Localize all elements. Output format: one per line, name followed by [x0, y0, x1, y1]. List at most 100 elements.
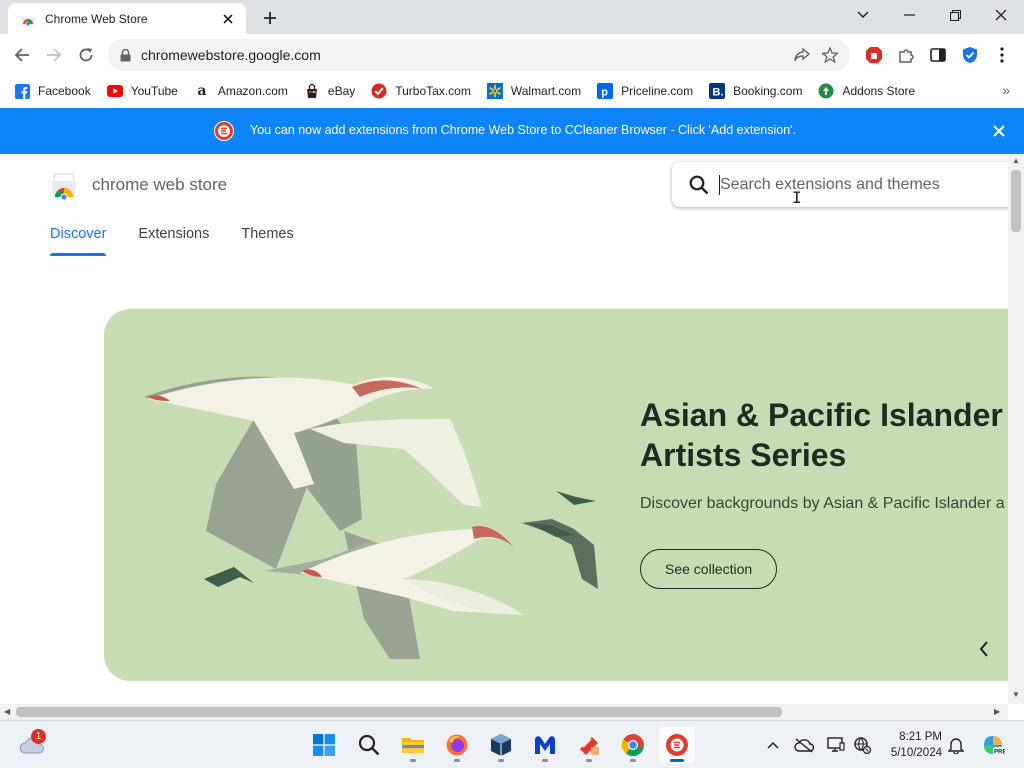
- bookmark-youtube[interactable]: YouTube: [106, 79, 182, 103]
- store-nav-tabs: Discover Extensions Themes: [50, 226, 326, 256]
- ibeam-cursor: I: [792, 188, 802, 207]
- vertical-scroll-thumb[interactable]: [1011, 170, 1021, 232]
- adblock-extension-icon[interactable]: [860, 41, 888, 69]
- search-input[interactable]: [720, 175, 980, 194]
- svg-text:B.: B.: [713, 87, 724, 99]
- walmart-icon: [486, 83, 503, 99]
- file-explorer-icon[interactable]: [395, 727, 431, 763]
- bookmark-priceline[interactable]: p Priceline.com: [597, 79, 697, 103]
- onedrive-offline-icon[interactable]: [794, 735, 814, 755]
- tab-close-icon[interactable]: [220, 11, 236, 27]
- bookmark-label: Priceline.com: [621, 84, 694, 98]
- bookmark-addons-store[interactable]: Addons Store: [818, 79, 919, 103]
- scroll-up-icon[interactable]: ▲: [1012, 156, 1020, 165]
- banner-subtitle: Discover backgrounds by Asian & Pacific …: [640, 495, 1005, 512]
- page-viewport: chrome web store I Discover Extensions T…: [0, 154, 1008, 704]
- bookmarks-bar: Facebook YouTube a Amazon.com eBay Turbo…: [0, 76, 1024, 106]
- ccleaner-icon[interactable]: [571, 727, 607, 763]
- search-icon[interactable]: [351, 727, 387, 763]
- bookmark-walmart[interactable]: Walmart.com: [486, 79, 585, 103]
- bookmark-label: Booking.com: [733, 84, 803, 98]
- new-tab-icon[interactable]: [258, 7, 282, 29]
- browser-tab[interactable]: Chrome Web Store: [8, 3, 246, 34]
- horizontal-scrollbar[interactable]: ◀ ▶: [0, 704, 1008, 720]
- bookmark-amazon[interactable]: a Amazon.com: [194, 79, 292, 103]
- addons-store-icon: [818, 83, 834, 99]
- notification-bell-icon[interactable]: [946, 735, 966, 755]
- amazon-icon: a: [197, 83, 207, 99]
- windows-taskbar: 1 8:21 PM 5/10/2024 PRE: [0, 720, 1024, 768]
- extensions-puzzle-icon[interactable]: [892, 41, 920, 69]
- shield-extension-icon[interactable]: [956, 41, 984, 69]
- store-search-box[interactable]: [672, 162, 1008, 207]
- copilot-icon[interactable]: PRE: [980, 732, 1006, 758]
- booking-icon: B.: [709, 83, 726, 99]
- clock-date: 5/10/2024: [890, 747, 942, 759]
- tab-search-icon[interactable]: [840, 0, 886, 30]
- menu-kebab-icon[interactable]: [988, 41, 1016, 69]
- text-caret: [719, 175, 720, 195]
- browser-toolbar: chromewebstore.google.com: [0, 34, 1024, 76]
- bookmark-star-icon[interactable]: [816, 41, 844, 69]
- vertical-scrollbar[interactable]: ▲ ▼: [1008, 154, 1024, 704]
- address-bar[interactable]: chromewebstore.google.com: [108, 39, 850, 71]
- url-text: chromewebstore.google.com: [141, 47, 321, 63]
- system-clock[interactable]: 8:21 PM 5/10/2024: [880, 729, 942, 761]
- bookmark-label: YouTube: [130, 84, 178, 98]
- bookmark-booking[interactable]: B. Booking.com: [709, 79, 806, 103]
- forward-icon[interactable]: [40, 41, 68, 69]
- bookmark-ebay[interactable]: eBay: [304, 79, 359, 103]
- scroll-right-icon[interactable]: ▶: [994, 707, 1000, 716]
- infobar-message: You can now add extensions from Chrome W…: [250, 123, 797, 137]
- chevron-up-icon[interactable]: [763, 735, 783, 755]
- lock-icon: [120, 48, 131, 61]
- restore-icon[interactable]: [932, 0, 978, 30]
- tab-discover[interactable]: Discover: [50, 226, 107, 256]
- bookmarks-overflow-icon[interactable]: »: [1002, 82, 1010, 98]
- chrome-web-store-logo-icon: [52, 173, 76, 200]
- priceline-icon: p: [597, 83, 614, 99]
- bookmark-label: Walmart.com: [510, 84, 582, 98]
- bookmark-label: Amazon.com: [217, 84, 288, 98]
- search-icon: [689, 175, 709, 194]
- tab-title: Chrome Web Store: [45, 11, 148, 26]
- clock-time: 8:21 PM: [899, 731, 942, 743]
- ccleaner-browser-icon: [214, 121, 234, 141]
- firefox-icon[interactable]: [439, 727, 475, 763]
- bookmark-turbotax[interactable]: TurboTax.com: [371, 79, 475, 103]
- malwarebytes-icon[interactable]: [527, 727, 563, 763]
- birds-illustration: [144, 376, 598, 659]
- see-collection-button[interactable]: See collection: [640, 549, 778, 589]
- network-icon[interactable]: [852, 735, 872, 755]
- bookmark-label: Facebook: [38, 84, 91, 98]
- facebook-icon: [14, 83, 30, 99]
- back-icon[interactable]: [8, 41, 36, 69]
- virtualbox-icon[interactable]: [483, 727, 519, 763]
- carousel-prev-icon[interactable]: [970, 635, 998, 663]
- share-icon[interactable]: [788, 41, 816, 69]
- bookmark-facebook[interactable]: Facebook: [14, 79, 95, 103]
- bookmark-label: Addons Store: [842, 84, 916, 98]
- ccleaner-browser-icon[interactable]: [659, 727, 695, 763]
- bookmark-label: TurboTax.com: [395, 84, 471, 98]
- side-panel-icon[interactable]: [924, 41, 952, 69]
- banner-title: Asian & Pacific Islander Artists Series: [640, 397, 1003, 473]
- store-name: chrome web store: [92, 175, 228, 194]
- start-icon[interactable]: [306, 727, 342, 763]
- youtube-icon: [106, 83, 123, 99]
- chrome-icon[interactable]: [615, 727, 651, 763]
- chrome-web-store-favicon-icon: [21, 16, 35, 26]
- tab-extensions[interactable]: Extensions: [138, 226, 209, 250]
- turbotax-icon: [371, 83, 387, 99]
- featured-banner: Asian & Pacific Islander Artists Series …: [104, 309, 1008, 681]
- tab-themes[interactable]: Themes: [241, 226, 293, 250]
- infobar-close-icon[interactable]: [990, 122, 1008, 140]
- ebay-icon: [304, 83, 320, 99]
- scroll-left-icon[interactable]: ◀: [4, 707, 10, 716]
- reload-icon[interactable]: [72, 41, 100, 69]
- horizontal-scroll-thumb[interactable]: [16, 707, 782, 717]
- minimize-icon[interactable]: [886, 0, 932, 30]
- scroll-down-icon[interactable]: ▼: [1012, 690, 1020, 699]
- close-window-icon[interactable]: [978, 0, 1024, 30]
- display-icon[interactable]: [826, 735, 846, 755]
